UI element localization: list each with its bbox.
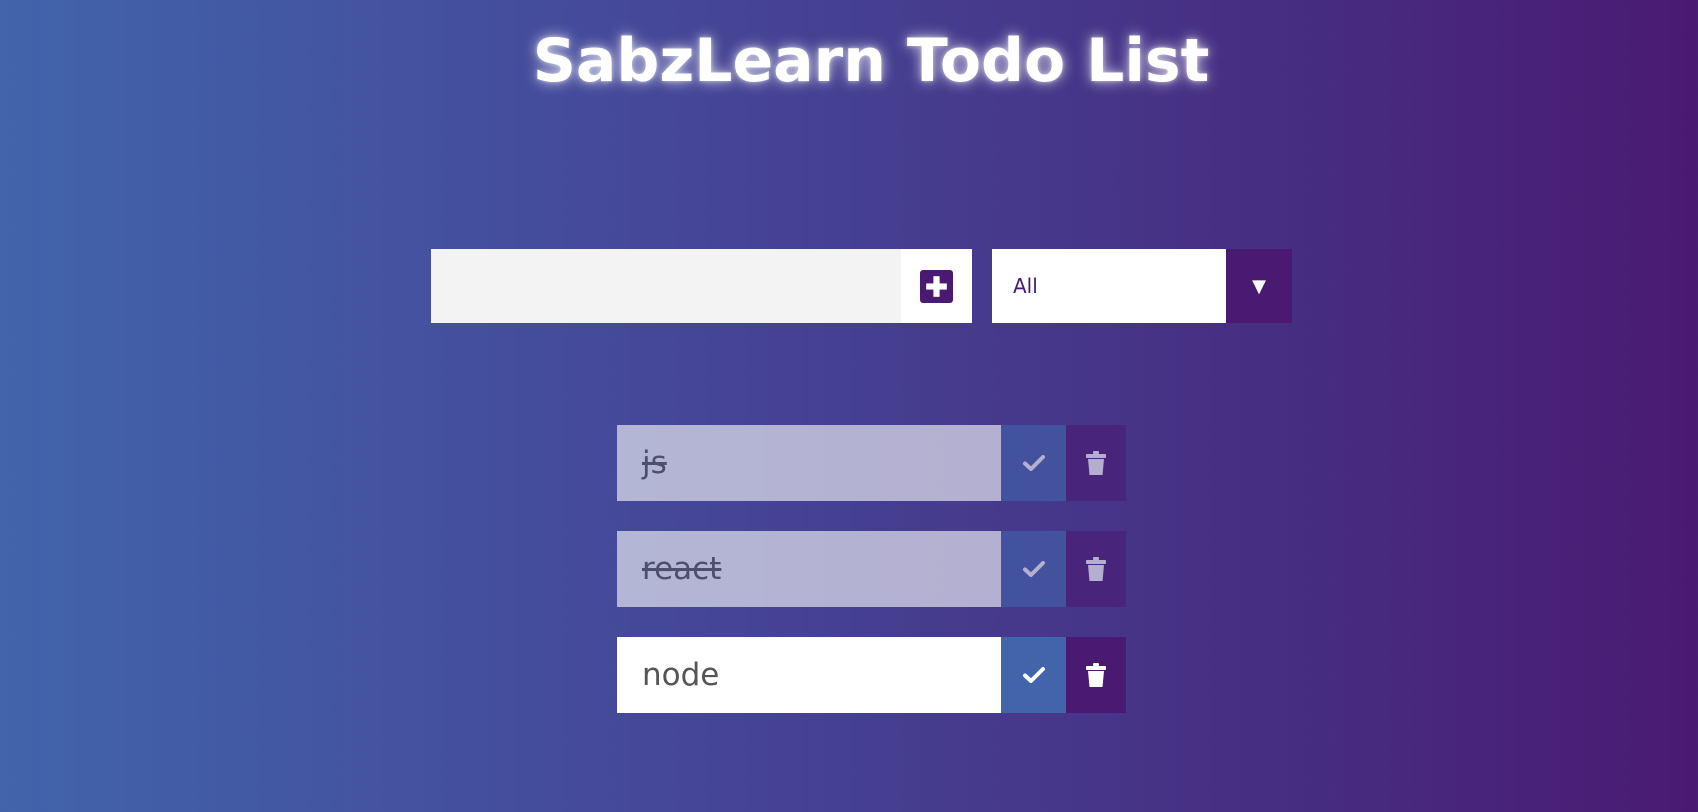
- delete-button[interactable]: [1066, 425, 1126, 501]
- check-icon: [1022, 663, 1046, 687]
- todo-text: js: [617, 425, 1001, 501]
- filter-select[interactable]: All ▼: [992, 249, 1292, 323]
- todo-text: node: [617, 637, 1001, 713]
- todo-item: react: [617, 531, 1126, 607]
- todo-list: js react node: [617, 425, 1126, 743]
- page-title: SabzLearn Todo List: [532, 26, 1210, 96]
- todo-input[interactable]: [431, 249, 901, 323]
- plus-square-icon: [920, 269, 953, 303]
- add-todo-form: [431, 249, 972, 323]
- delete-button[interactable]: [1066, 637, 1126, 713]
- todo-app: SabzLearn Todo List All ▼ js react node: [0, 0, 1698, 812]
- complete-button[interactable]: [1001, 637, 1066, 713]
- add-todo-button[interactable]: [901, 249, 972, 323]
- complete-button[interactable]: [1001, 531, 1066, 607]
- trash-icon: [1086, 557, 1106, 581]
- complete-button[interactable]: [1001, 425, 1066, 501]
- todo-text: react: [617, 531, 1001, 607]
- check-icon: [1022, 451, 1046, 475]
- trash-icon: [1086, 451, 1106, 475]
- todo-item: node: [617, 637, 1126, 713]
- todo-item: js: [617, 425, 1126, 501]
- caret-down-icon[interactable]: ▼: [1226, 249, 1292, 323]
- check-icon: [1022, 557, 1046, 581]
- delete-button[interactable]: [1066, 531, 1126, 607]
- filter-selected-value: All: [1013, 274, 1038, 298]
- trash-icon: [1086, 663, 1106, 687]
